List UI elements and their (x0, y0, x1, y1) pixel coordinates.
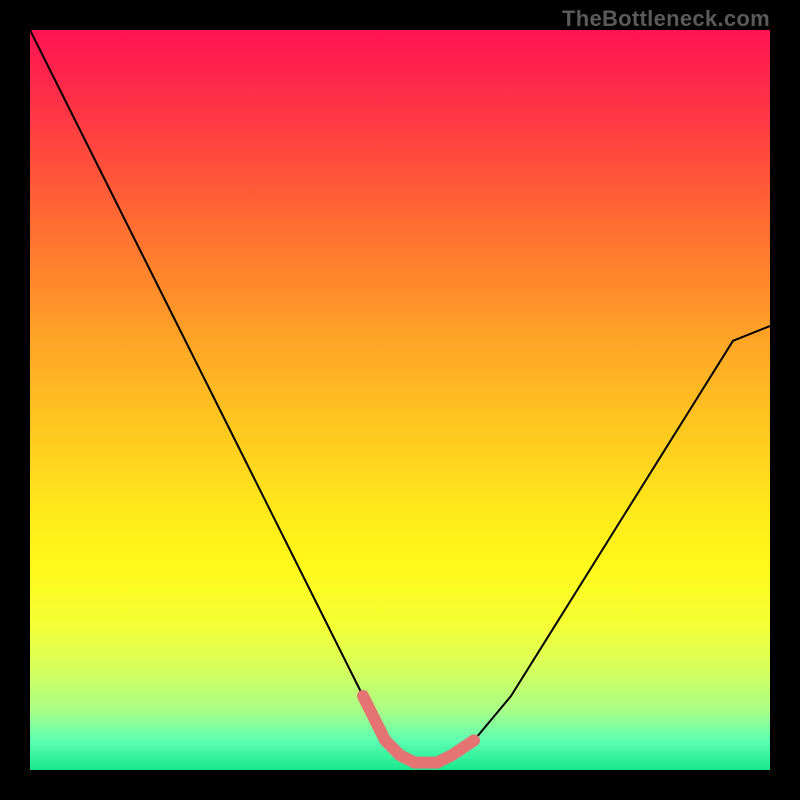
plot-area (30, 30, 770, 770)
chart-frame: TheBottleneck.com (0, 0, 800, 800)
bottleneck-curve (30, 30, 770, 763)
valley-highlight (363, 696, 474, 763)
curve-canvas (30, 30, 770, 770)
attribution-label: TheBottleneck.com (562, 6, 770, 32)
